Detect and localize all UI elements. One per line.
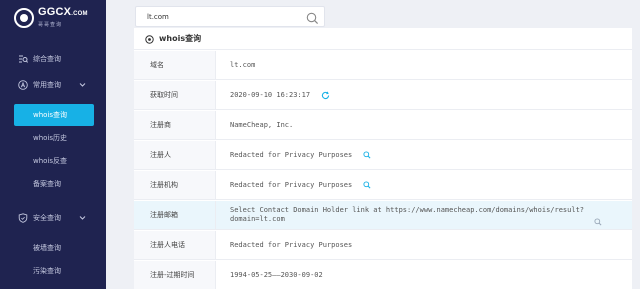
whois-panel: whois查询 域名 lt.com 获取时间 2020-09-10 16:23:… [134,28,632,289]
row-value: lt.com [230,61,256,69]
common-query-icon [18,80,28,90]
sidebar-item-label: 被墙查询 [33,244,61,252]
table-row: 获取时间 2020-09-10 16:23:17 [134,81,632,110]
row-value: 2020-09-10 16:23:17 [216,90,632,100]
row-value: Select Contact Domain Holder link at htt… [230,206,585,223]
sidebar-item-label: 安全查询 [33,214,61,222]
sidebar-item-label: 常用查询 [33,81,61,89]
sidebar-item-security[interactable]: 安全查询 [0,212,106,224]
row-value: Redacted for Privacy Purposes [230,241,353,249]
sidebar-item-label: whois查询 [33,111,68,119]
row-label: 注册人电话 [134,231,216,259]
sidebar-item-label: whois反查 [33,157,68,165]
row-label: 注册-过期时间 [134,261,216,289]
sidebar: GGCX.COM 哥哥查询 综合查询 常用查询 whois查询 whois历史 … [0,0,106,289]
search-input[interactable] [136,7,296,26]
row-label: 注册商 [134,111,216,139]
sidebar-item-whois-query[interactable]: whois查询 [14,104,94,126]
sidebar-item-blocked[interactable]: 被墙查询 [0,243,106,253]
logo-name: GGCX [38,6,72,18]
overview-search-icon [18,54,28,64]
table-row: 注册机构 Redacted for Privacy Purposes [134,171,632,200]
sidebar-item-overview[interactable]: 综合查询 [0,53,106,65]
search-icon[interactable] [594,211,602,230]
sidebar-item-label: 污染查询 [33,267,61,275]
shield-icon [18,213,28,223]
row-label: 注册机构 [134,171,216,199]
logo-subtitle: 哥哥查询 [38,22,63,28]
panel-header: whois查询 [134,28,632,50]
row-label: 获取时间 [134,81,216,109]
row-label: 域名 [134,51,216,79]
logo-icon [14,7,34,28]
sidebar-item-whois-history[interactable]: whois历史 [0,133,106,143]
logo[interactable]: GGCX.COM 哥哥查询 [14,7,88,28]
row-label: 注册人 [134,141,216,169]
row-value: Redacted for Privacy Purposes [216,150,632,160]
search-icon[interactable] [306,10,319,29]
sidebar-item-icp[interactable]: 备案查询 [0,179,106,189]
row-label: 注册邮箱 [134,201,216,229]
target-icon [145,29,154,48]
chevron-down-icon [79,82,86,90]
search-bar [135,6,325,27]
sidebar-item-common[interactable]: 常用查询 [0,79,106,91]
table-row: 注册邮箱 Select Contact Domain Holder link a… [134,201,632,230]
app-root: GGCX.COM 哥哥查询 综合查询 常用查询 whois查询 whois历史 … [0,0,640,289]
sidebar-item-label: 综合查询 [33,55,61,63]
search-icon[interactable] [362,150,372,160]
logo-domain-suffix: .COM [71,11,88,17]
table-row: 域名 lt.com [134,51,632,80]
table-row: 注册商 NameCheap, Inc. [134,111,632,140]
search-icon[interactable] [362,180,372,190]
sidebar-item-polluted[interactable]: 污染查询 [0,266,106,276]
chevron-down-icon [79,215,86,223]
sidebar-item-label: 备案查询 [33,180,61,188]
row-value: Redacted for Privacy Purposes [216,180,632,190]
table-row: 注册-过期时间 1994-05-25——2030-09-02 [134,261,632,289]
row-value: 1994-05-25——2030-09-02 [230,271,323,279]
table-row: 注册人 Redacted for Privacy Purposes [134,141,632,170]
table-row: 注册人电话 Redacted for Privacy Purposes [134,231,632,260]
refresh-icon[interactable] [320,90,330,100]
panel-title: whois查询 [159,34,202,43]
sidebar-item-whois-reverse[interactable]: whois反查 [0,156,106,166]
row-value: NameCheap, Inc. [230,121,294,129]
sidebar-item-label: whois历史 [33,134,68,142]
